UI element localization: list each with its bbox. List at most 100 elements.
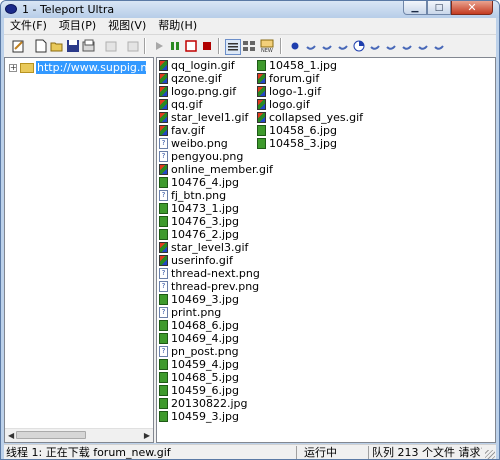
scroll-left-icon[interactable]: ◀	[8, 431, 14, 440]
resize-grip-icon[interactable]	[485, 450, 495, 459]
file-item[interactable]: ? weibo.png	[159, 137, 273, 150]
file-column-1: qq_login.gif qzone.gif logo.png.gif qq.gif s…	[159, 59, 273, 423]
file-item[interactable]: 10476_4.jpg	[159, 176, 273, 189]
file-item[interactable]: 10459_6.jpg	[159, 384, 273, 397]
file-item[interactable]: userinfo.gif	[159, 254, 273, 267]
list-view-icon[interactable]	[242, 39, 256, 53]
png-file-icon: ?	[159, 307, 168, 318]
file-column-2: 10458_1.jpg forum.gif logo-1.gif logo.gif co…	[257, 59, 363, 150]
details-view-icon[interactable]	[225, 39, 241, 55]
new-project-icon[interactable]	[12, 39, 26, 53]
file-item[interactable]: 10468_6.jpg	[159, 319, 273, 332]
open-folder-icon[interactable]	[50, 39, 64, 53]
file-item[interactable]: 10459_3.jpg	[159, 410, 273, 423]
svg-text:NEW: NEW	[261, 48, 273, 53]
file-name: online_member.gif	[171, 163, 273, 176]
file-item[interactable]: 10458_1.jpg	[257, 59, 363, 72]
file-item[interactable]: ? thread-prev.png	[159, 280, 273, 293]
file-list[interactable]: qq_login.gif qzone.gif logo.png.gif qq.gif s…	[156, 57, 496, 443]
file-name: 10459_6.jpg	[171, 384, 240, 397]
file-item[interactable]: qq_login.gif	[159, 59, 273, 72]
file-item[interactable]: ? pengyou.png	[159, 150, 273, 163]
new-icon[interactable]	[34, 39, 48, 53]
gif-file-icon	[159, 125, 168, 136]
expand-icon[interactable]: +	[9, 63, 17, 72]
start-icon[interactable]	[152, 39, 166, 53]
file-item[interactable]: ? thread-next.png	[159, 267, 273, 280]
menu-project[interactable]: 项目(P)	[53, 18, 102, 34]
file-item[interactable]: qq.gif	[159, 98, 273, 111]
menu-file[interactable]: 文件(F)	[4, 18, 53, 34]
scroll-right-icon[interactable]: ▶	[144, 431, 150, 440]
file-item[interactable]: logo.gif	[257, 98, 363, 111]
file-item[interactable]: 10469_3.jpg	[159, 293, 273, 306]
file-item[interactable]: ? fj_btn.png	[159, 189, 273, 202]
file-item[interactable]: logo.png.gif	[159, 85, 273, 98]
tree-root-item[interactable]: + http://www.suppig.net/forum	[9, 61, 146, 74]
gif-file-icon	[159, 73, 168, 84]
progress-dot-icon	[288, 39, 302, 53]
file-item[interactable]: 10469_4.jpg	[159, 332, 273, 345]
minimize-button[interactable]: ▁	[403, 1, 427, 15]
disabled-icon	[126, 39, 140, 53]
jpg-file-icon	[159, 294, 168, 305]
file-name: 20130822.jpg	[171, 397, 248, 410]
file-name: 10468_5.jpg	[171, 371, 240, 384]
jpg-file-icon	[257, 125, 266, 136]
file-name: pn_post.png	[171, 345, 239, 358]
file-item[interactable]: forum.gif	[257, 72, 363, 85]
file-item[interactable]: logo-1.gif	[257, 85, 363, 98]
file-item[interactable]: qzone.gif	[159, 72, 273, 85]
jpg-file-icon	[257, 138, 266, 149]
status-thread: 线程 1: 正在下载 forum_new.gif	[6, 446, 171, 459]
file-item[interactable]: 10458_6.jpg	[257, 124, 363, 137]
file-item[interactable]: fav.gif	[159, 124, 273, 137]
gif-file-icon	[159, 60, 168, 71]
file-name: star_level1.gif	[171, 111, 249, 124]
pause-icon[interactable]	[168, 39, 182, 53]
png-file-icon: ?	[159, 151, 168, 162]
file-item[interactable]: 20130822.jpg	[159, 397, 273, 410]
file-item[interactable]: ? pn_post.png	[159, 345, 273, 358]
file-name: logo-1.gif	[269, 85, 322, 98]
scroll-thumb[interactable]	[16, 431, 86, 439]
moon-icon	[368, 39, 382, 53]
file-item[interactable]: 10476_3.jpg	[159, 215, 273, 228]
menu-bar: 文件(F) 项目(P) 视图(V) 帮助(H)	[4, 18, 496, 34]
maximize-button[interactable]: □	[427, 1, 451, 15]
file-item[interactable]: collapsed_yes.gif	[257, 111, 363, 124]
window-title: 1 - Teleport Ultra	[22, 3, 115, 16]
png-file-icon: ?	[159, 281, 168, 292]
file-item[interactable]: ? print.png	[159, 306, 273, 319]
moon-icon	[320, 39, 334, 53]
file-item[interactable]: 10458_3.jpg	[257, 137, 363, 150]
horizontal-scrollbar[interactable]: ◀ ▶	[5, 428, 153, 442]
file-name: qq_login.gif	[171, 59, 235, 72]
menu-help[interactable]: 帮助(H)	[152, 18, 203, 34]
file-item[interactable]: 10473_1.jpg	[159, 202, 273, 215]
project-tree[interactable]: + http://www.suppig.net/forum ◀ ▶	[4, 57, 154, 443]
file-item[interactable]: 10468_5.jpg	[159, 371, 273, 384]
stop-icon[interactable]	[184, 39, 198, 53]
jpg-file-icon	[159, 320, 168, 331]
file-name: 10469_3.jpg	[171, 293, 240, 306]
menu-view[interactable]: 视图(V)	[102, 18, 152, 34]
file-item[interactable]: 10459_4.jpg	[159, 358, 273, 371]
gif-file-icon	[159, 112, 168, 123]
file-item[interactable]: star_level1.gif	[159, 111, 273, 124]
properties-icon[interactable]	[82, 39, 96, 53]
moon-icon	[336, 39, 350, 53]
save-icon[interactable]	[66, 39, 80, 53]
jpg-file-icon	[159, 216, 168, 227]
stop-red-icon[interactable]	[200, 39, 214, 53]
file-item[interactable]: 10476_2.jpg	[159, 228, 273, 241]
new-view-icon[interactable]: NEW	[260, 39, 274, 53]
file-item[interactable]: online_member.gif	[159, 163, 273, 176]
tree-root-url[interactable]: http://www.suppig.net/forum	[36, 61, 146, 74]
file-name: 10476_4.jpg	[171, 176, 240, 189]
moon-icon	[400, 39, 414, 53]
file-item[interactable]: star_level3.gif	[159, 241, 273, 254]
jpg-file-icon	[159, 372, 168, 383]
title-bar[interactable]: 1 - Teleport Ultra ▁ □ ✕	[1, 1, 499, 18]
close-button[interactable]: ✕	[451, 1, 493, 15]
